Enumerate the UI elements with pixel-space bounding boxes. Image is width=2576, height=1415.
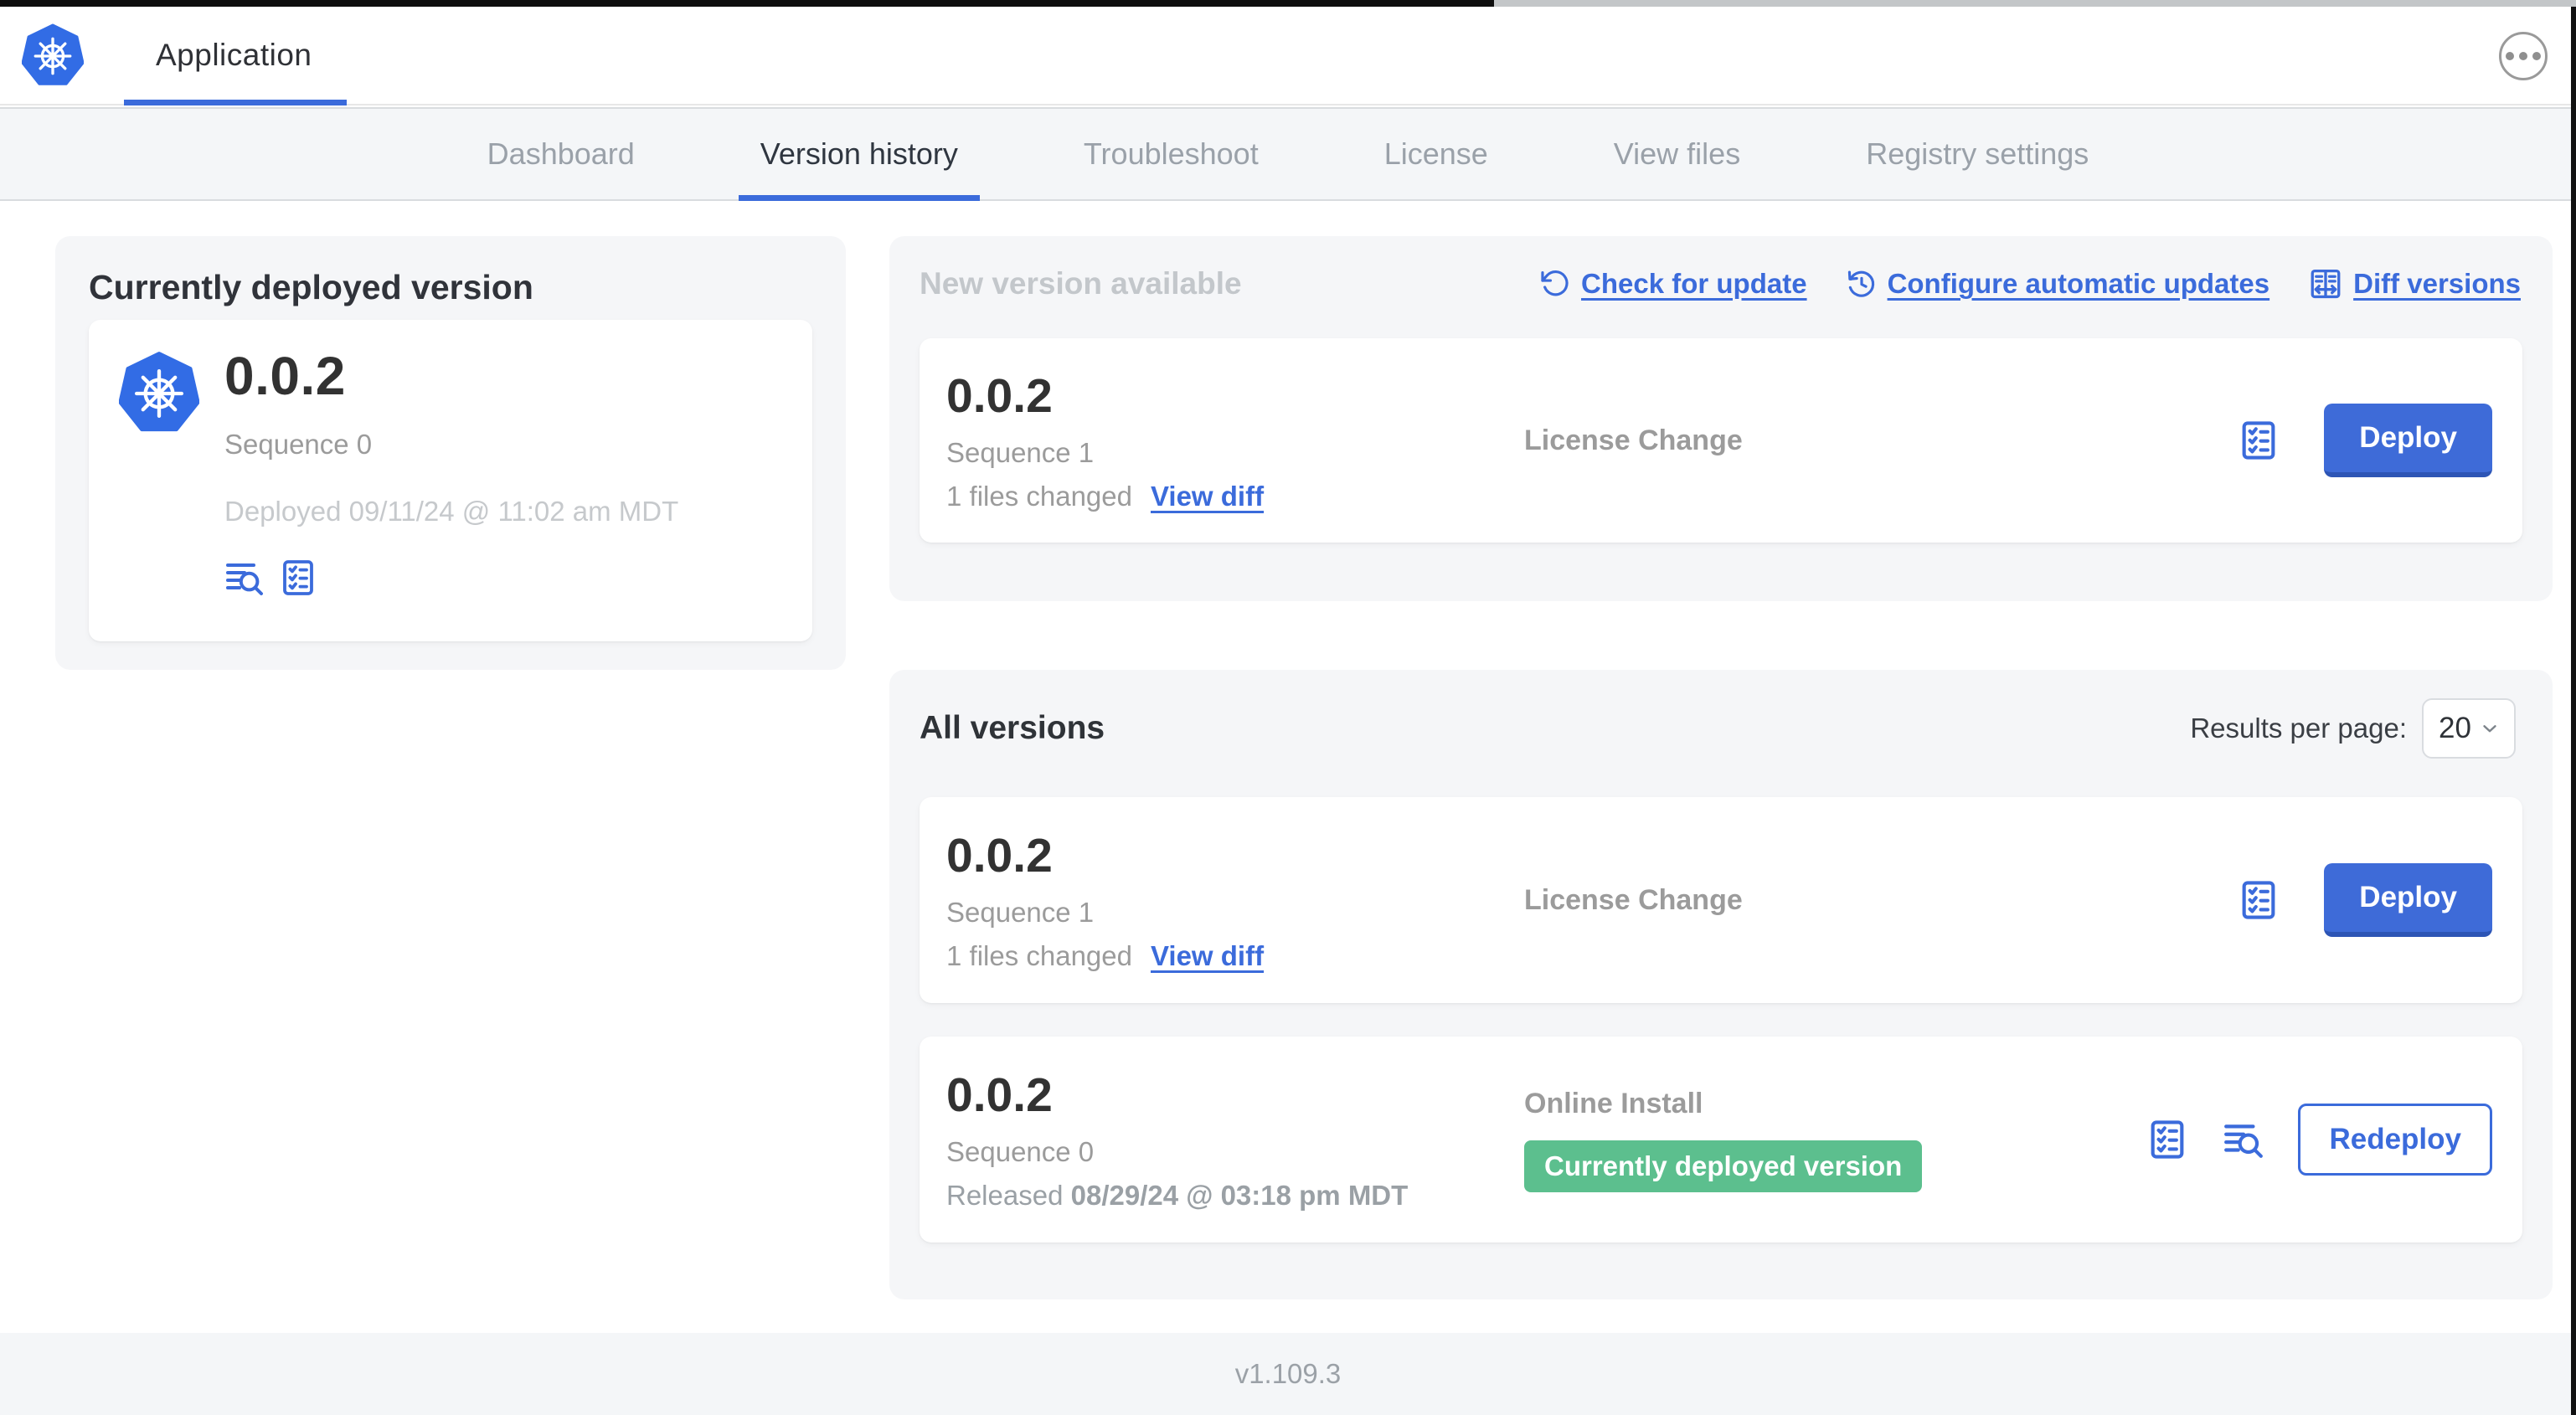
chevron-down-icon: [2479, 718, 2501, 739]
deployed-timestamp: Deployed 09/11/24 @ 11:02 am MDT: [224, 496, 679, 527]
release-notes-icon[interactable]: [2237, 878, 2280, 922]
view-logs-icon[interactable]: [224, 558, 265, 598]
app-header: Application: [0, 7, 2576, 105]
app-title: Application: [156, 38, 312, 72]
all-versions-title: All versions: [920, 710, 1105, 746]
release-notes-icon[interactable]: [2237, 419, 2280, 462]
ellipsis-icon: [2506, 52, 2541, 60]
version-sequence: Sequence 1: [946, 897, 1095, 928]
app-nav-bar: Dashboard Version history Troubleshoot L…: [0, 107, 2576, 201]
version-sequence: Sequence 0: [946, 1136, 1095, 1167]
deployed-version-number: 0.0.2: [224, 346, 346, 406]
version-row: 0.0.2 Sequence 0 Released 08/29/24 @ 03:…: [920, 1037, 2522, 1243]
tab-version-history[interactable]: Version history: [738, 109, 981, 201]
all-versions-section: All versions Results per page: 20 0.0.2 …: [889, 670, 2553, 1299]
view-logs-icon[interactable]: [2223, 1119, 2264, 1160]
currently-deployed-title: Currently deployed version: [89, 268, 533, 306]
files-changed-text: 1 files changed: [946, 940, 1132, 971]
configure-automatic-updates-link[interactable]: Configure automatic updates: [1846, 268, 2269, 300]
admin-console-version: v1.109.3: [1234, 1358, 1342, 1389]
deploy-button[interactable]: Deploy: [2324, 863, 2492, 937]
version-number: 0.0.2: [946, 1068, 1053, 1122]
deployed-sequence: Sequence 0: [224, 429, 373, 460]
version-source: Online Install: [1524, 1087, 1703, 1119]
diff-icon: [2308, 266, 2343, 301]
tab-view-files[interactable]: View files: [1592, 109, 1762, 199]
files-changed-text: 1 files changed: [946, 481, 1132, 512]
version-number: 0.0.2: [946, 369, 1053, 423]
new-version-card: 0.0.2 Sequence 1 1 files changed View di…: [920, 338, 2522, 543]
screenshot-right-edge: [2571, 7, 2576, 1415]
tab-registry-settings[interactable]: Registry settings: [1844, 109, 2110, 199]
version-source: License Change: [1524, 424, 1743, 456]
currently-deployed-section: Currently deployed version 0.0.2 Sequenc…: [55, 236, 846, 670]
currently-deployed-card: 0.0.2 Sequence 0 Deployed 09/11/24 @ 11:…: [89, 320, 812, 641]
kubernetes-app-icon: [119, 352, 199, 439]
results-per-page-label: Results per page:: [2190, 713, 2407, 744]
new-version-section: New version available Check for update C…: [889, 236, 2553, 601]
redeploy-button[interactable]: Redeploy: [2298, 1104, 2492, 1176]
deploy-button[interactable]: Deploy: [2324, 404, 2492, 477]
refresh-icon: [1539, 268, 1571, 300]
tab-license[interactable]: License: [1363, 109, 1510, 199]
schedule-update-icon: [1846, 268, 1878, 300]
check-for-update-link[interactable]: Check for update: [1539, 268, 1807, 300]
version-row: 0.0.2 Sequence 1 1 files changed View di…: [920, 797, 2522, 1003]
results-per-page-select[interactable]: 20: [2422, 698, 2516, 759]
tab-dashboard[interactable]: Dashboard: [466, 109, 657, 199]
released-timestamp: Released 08/29/24 @ 03:18 pm MDT: [946, 1180, 1409, 1211]
currently-deployed-badge: Currently deployed version: [1524, 1140, 1923, 1192]
screenshot-top-edge: [0, 0, 2576, 7]
tab-troubleshoot[interactable]: Troubleshoot: [1062, 109, 1280, 199]
version-number: 0.0.2: [946, 829, 1053, 882]
app-footer: v1.109.3: [0, 1333, 2576, 1415]
view-diff-link[interactable]: View diff: [1151, 481, 1264, 512]
release-notes-icon[interactable]: [278, 558, 318, 598]
view-diff-link[interactable]: View diff: [1151, 940, 1264, 972]
version-sequence: Sequence 1: [946, 437, 1095, 468]
new-version-title: New version available: [920, 266, 1242, 301]
kubernetes-logo-icon: [22, 23, 84, 90]
app-title-active-underline: [124, 100, 347, 105]
version-source: License Change: [1524, 883, 1743, 916]
version-history-page: Application Dashboard Version history Tr…: [0, 0, 2576, 1415]
release-notes-icon[interactable]: [2146, 1118, 2189, 1161]
diff-versions-link[interactable]: Diff versions: [2308, 266, 2521, 301]
more-options-button[interactable]: [2499, 32, 2548, 80]
